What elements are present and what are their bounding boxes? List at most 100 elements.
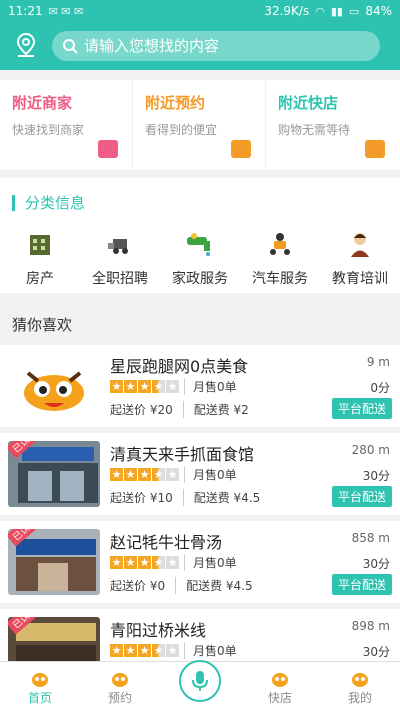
platform-delivery-tag: 平台配送 [331,398,392,419]
shopping-bag-icon [231,140,251,158]
rating-stars: ★ ★ ★ ★ ★ [110,380,179,393]
star-empty-icon: ★ [166,556,179,569]
wifi-icon: ◠ [315,4,325,18]
card-subtitle: 看得到的便宜 [145,123,218,137]
shop-name: 星辰跑腿网0点美食 [110,357,249,376]
nearby-merchants-card[interactable]: 附近商家 快速找到商家 [0,80,133,170]
half-star-icon: ★ [152,644,165,657]
shop-distance: 9 m [366,355,390,369]
star-empty-icon: ★ [166,468,179,481]
delivery-fee: 配送费 ¥4.5 [182,489,260,506]
category-label: 教育培训 [332,271,388,287]
list-item[interactable]: 已认证 清真天来手抓面食馆 280 m ★ ★ ★ ★ ★ 月售0单 30分 起送价 ¥… [0,433,400,515]
category-real-estate[interactable]: 房产 [0,230,80,288]
voice-search-button[interactable] [179,660,221,702]
shop-thumbnail [8,353,100,419]
half-star-icon: ★ [152,556,165,569]
search-bar[interactable] [52,31,380,61]
shop-name: 青阳过桥米线 [110,621,207,640]
shop-distance: 898 m [351,619,390,633]
star-icon: ★ [124,644,137,657]
fee-info: 起送价 ¥20 配送费 ¥2 [110,401,249,418]
platform-delivery-tag: 平台配送 [331,574,392,595]
delivery-time: 30分 [362,469,390,483]
microphone-icon [192,671,208,691]
star-icon: ★ [110,556,123,569]
category-education[interactable]: 教育培训 [320,230,400,288]
half-star-icon: ★ [152,380,165,393]
category-list: 房产 全职招聘 家政服务 汽车服务 教育培训 [0,230,400,288]
shop-name: 清真天来手抓面食馆 [110,445,255,464]
category-title: 分类信息 [12,192,85,213]
mascot-icon [112,673,128,687]
card-title: 附近预约 [145,94,206,112]
list-item[interactable]: 已认证 赵记牦牛壮骨汤 858 m ★ ★ ★ ★ ★ 月售0单 30分 起送价 ¥0 … [0,521,400,603]
faucet-icon [183,230,217,258]
category-label: 房产 [26,271,54,287]
tab-quickstore[interactable]: 快店 [240,662,320,711]
category-jobs[interactable]: 全职招聘 [80,230,160,288]
star-icon: ★ [110,644,123,657]
list-item[interactable]: 星辰跑腿网0点美食 9 m ★ ★ ★ ★ ★ 月售0单 0分 起送价 ¥20 配送费 … [0,345,400,427]
battery-level: 84% [365,4,392,18]
rating-stars: ★ ★ ★ ★ ★ [110,468,179,481]
network-speed: 32.9K/s [264,4,310,18]
half-star-icon: ★ [152,468,165,481]
nearby-booking-card[interactable]: 附近预约 看得到的便宜 [133,80,266,170]
category-label: 全职招聘 [92,271,148,287]
star-icon: ★ [124,468,137,481]
card-subtitle: 购物无需等待 [278,123,351,137]
nearby-cards: 附近商家 快速找到商家 附近预约 看得到的便宜 附近快店 购物无需等待 [0,80,400,170]
guess-you-like-heading: 猜你喜欢 [0,305,400,343]
location-pin-icon [16,32,36,57]
shopping-bag-icon [365,140,385,158]
star-empty-icon: ★ [166,644,179,657]
shop-distance: 280 m [351,443,390,457]
star-icon: ★ [138,644,151,657]
merchant-icon [98,140,118,158]
tab-mine[interactable]: 我的 [320,662,400,711]
delivery-time: 30分 [362,557,390,571]
mascot-icon [32,673,48,687]
card-subtitle: 快速找到商家 [12,123,85,137]
building-icon [23,230,57,258]
delivery-time: 30分 [362,645,390,659]
tab-label: 预约 [107,691,132,705]
forklift-icon [103,230,137,258]
status-time: 11:21 [8,4,43,18]
rating-stars: ★ ★ ★ ★ ★ [110,644,179,657]
nearby-quickstore-card[interactable]: 附近快店 购物无需等待 [266,80,399,170]
search-input[interactable] [84,37,354,55]
card-title: 附近商家 [12,94,73,112]
teacher-icon [343,230,377,258]
fee-info: 起送价 ¥0 配送费 ¥4.5 [110,577,253,594]
title-accent-bar [12,194,15,211]
delivery-fee: 配送费 ¥4.5 [175,577,253,594]
signal-icon: ▮▮ [330,4,343,18]
min-order-price: 起送价 ¥10 [110,491,173,505]
shop-list: 星辰跑腿网0点美食 9 m ★ ★ ★ ★ ★ 月售0单 0分 起送价 ¥20 配送费 … [0,345,400,697]
tab-home[interactable]: 首页 [0,662,80,711]
monthly-sales: 月售0单 [184,554,237,571]
tab-label: 首页 [27,691,52,705]
status-bar: 11:21 ✉ ✉ ✉ 32.9K/s ◠ ▮▮ ▭ 84% [0,0,400,22]
star-icon: ★ [110,380,123,393]
scooter-icon [263,230,297,258]
tab-booking[interactable]: 预约 [80,662,160,711]
battery-icon: ▭ [348,4,360,18]
shop-name: 赵记牦牛壮骨汤 [110,533,223,552]
monthly-sales: 月售0单 [184,466,237,483]
star-icon: ★ [124,380,137,393]
platform-delivery-tag: 平台配送 [331,486,392,507]
card-title: 附近快店 [278,94,339,112]
category-label: 家政服务 [172,271,228,287]
shop-thumbnail: 已认证 [8,441,100,507]
category-section: 分类信息 房产 全职招聘 家政服务 汽车服务 教育培训 [0,178,400,293]
star-icon: ★ [138,380,151,393]
location-button[interactable] [12,30,40,60]
star-empty-icon: ★ [166,380,179,393]
tab-label: 我的 [347,691,372,705]
category-housekeeping[interactable]: 家政服务 [160,230,240,288]
category-auto-service[interactable]: 汽车服务 [240,230,320,288]
monthly-sales: 月售0单 [184,642,237,659]
